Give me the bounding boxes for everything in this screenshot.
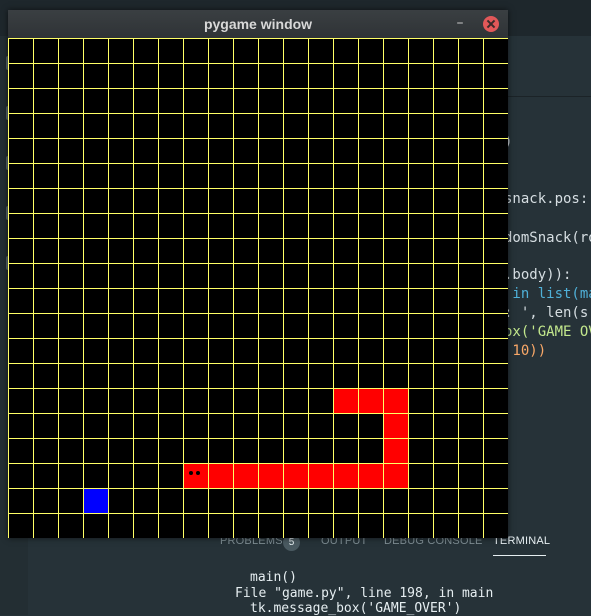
editor-tab-bar	[508, 36, 591, 97]
minimize-button[interactable]: –	[452, 16, 468, 32]
window-title: pygame window	[203, 16, 313, 32]
active-tab-indicator	[493, 555, 546, 556]
snake-segment	[259, 464, 283, 488]
code-line[interactable]: in list(ma	[504, 285, 591, 303]
snake-segment	[334, 389, 358, 413]
code-line[interactable]: 10))	[504, 342, 546, 360]
snake-segment	[334, 464, 358, 488]
snake-segment	[384, 414, 408, 438]
snake-segment	[384, 464, 408, 488]
snack	[84, 489, 108, 513]
close-button[interactable]	[483, 16, 499, 32]
snake-head	[184, 464, 208, 488]
terminal-line[interactable]: File "game.py", line 198, in main	[235, 586, 493, 601]
snake-segment	[209, 464, 233, 488]
terminal-line[interactable]: tk.message_box('GAME_OVER')	[250, 601, 461, 616]
game-board[interactable]	[8, 38, 508, 538]
snake-segment	[359, 464, 383, 488]
bottom-panel: PROBLEMS 5 OUTPUT DEBUG CONSOLE TERMINAL…	[200, 525, 591, 616]
terminal-line[interactable]: main()	[250, 570, 297, 585]
code-line[interactable]: snack.pos:	[504, 190, 588, 208]
snake-segment	[384, 439, 408, 463]
snake-eye	[189, 471, 193, 475]
code-line[interactable]: .body)):	[504, 266, 571, 284]
code-line[interactable]: : ', len(s	[504, 304, 588, 322]
pygame-window: pygame window –	[8, 10, 508, 538]
snake-segment	[384, 389, 408, 413]
snake-segment	[234, 464, 258, 488]
snake-segment	[309, 464, 333, 488]
code-line[interactable]: ox('GAME OV	[504, 323, 591, 341]
code-line[interactable]: domSnack(ro	[504, 229, 591, 247]
window-titlebar[interactable]: pygame window –	[8, 10, 508, 38]
snake-eye	[196, 471, 200, 475]
snake-segment	[284, 464, 308, 488]
snake-segment	[359, 389, 383, 413]
